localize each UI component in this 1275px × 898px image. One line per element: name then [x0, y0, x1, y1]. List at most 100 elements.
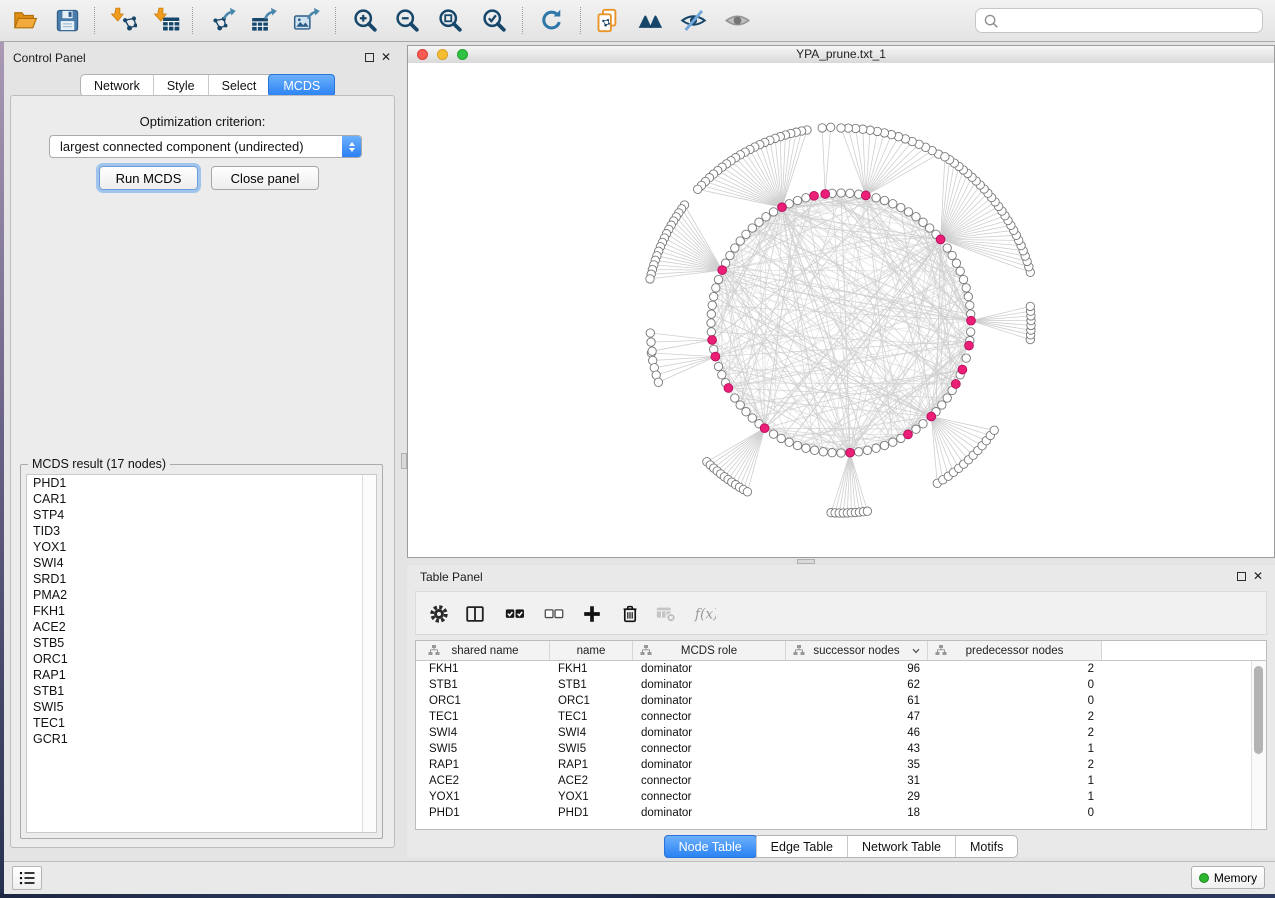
graph-node[interactable] [837, 449, 845, 457]
graph-leaf-node[interactable] [654, 378, 662, 386]
graph-node[interactable] [714, 362, 722, 370]
graph-node[interactable] [943, 394, 951, 402]
graph-node[interactable] [755, 218, 763, 226]
graph-leaf-node[interactable] [647, 338, 655, 346]
graph-node[interactable] [962, 284, 970, 292]
graph-leaf-node[interactable] [863, 507, 871, 515]
graph-node[interactable] [708, 301, 716, 309]
graph-leaf-node[interactable] [648, 347, 656, 355]
graph-node[interactable] [718, 371, 726, 379]
graph-node[interactable] [712, 284, 720, 292]
graph-leaf-node[interactable] [743, 488, 751, 496]
table-row[interactable]: SWI5SWI5connector431 [416, 741, 1252, 757]
tab-select[interactable]: Select [208, 75, 270, 96]
graph-node[interactable] [956, 267, 964, 275]
graph-node[interactable] [810, 446, 818, 454]
graph-node[interactable] [967, 328, 975, 336]
column-header-shared-name[interactable]: shared name [421, 641, 550, 660]
graph-node[interactable] [872, 194, 880, 202]
mcds-result-item[interactable]: STB1 [27, 683, 376, 699]
network-graph-canvas[interactable] [408, 63, 1274, 557]
open-session-button[interactable] [8, 4, 42, 37]
graph-node-highlighted[interactable] [760, 424, 769, 433]
graph-leaf-node[interactable] [646, 329, 654, 337]
table-row[interactable]: RAP1RAP1dominator352 [416, 757, 1252, 773]
zoom-out-button[interactable] [390, 4, 424, 37]
graph-node[interactable] [926, 224, 934, 232]
tab-node-table[interactable]: Node Table [664, 835, 757, 858]
graph-node[interactable] [710, 292, 718, 300]
hide-selected-button[interactable] [676, 4, 710, 37]
graph-node-highlighted[interactable] [951, 380, 960, 389]
graph-node[interactable] [966, 301, 974, 309]
graph-node[interactable] [736, 237, 744, 245]
column-header-successor-nodes[interactable]: successor nodes [786, 641, 928, 660]
show-all-columns-button[interactable] [500, 602, 530, 626]
graph-node[interactable] [707, 328, 715, 336]
export-table-button[interactable] [246, 4, 280, 37]
graph-node[interactable] [952, 259, 960, 267]
graph-leaf-node[interactable] [837, 124, 845, 132]
graph-node[interactable] [889, 438, 897, 446]
mcds-result-item[interactable]: STB5 [27, 635, 376, 651]
tab-network-table[interactable]: Network Table [847, 836, 955, 857]
column-header-predecessor-nodes[interactable]: predecessor nodes [928, 641, 1102, 660]
memory-button[interactable]: Memory [1191, 866, 1265, 889]
column-settings-button[interactable] [424, 602, 454, 626]
zoom-fit-button[interactable] [433, 4, 467, 37]
export-image-button[interactable] [289, 4, 323, 37]
graph-node[interactable] [793, 441, 801, 449]
graph-node[interactable] [785, 438, 793, 446]
graph-node[interactable] [731, 244, 739, 252]
graph-node[interactable] [938, 401, 946, 409]
toggle-panel-layout-button[interactable] [460, 602, 490, 626]
control-panel-close-button[interactable]: ✕ [381, 52, 391, 62]
graph-node[interactable] [748, 414, 756, 422]
tab-motifs[interactable]: Motifs [955, 836, 1017, 857]
graph-node-highlighted[interactable] [711, 352, 720, 361]
graph-node-highlighted[interactable] [927, 412, 936, 421]
graph-node[interactable] [959, 275, 967, 283]
graph-node[interactable] [736, 401, 744, 409]
table-panel-close-button[interactable]: ✕ [1253, 571, 1263, 581]
graph-leaf-node[interactable] [941, 153, 949, 161]
graph-node[interactable] [912, 213, 920, 221]
task-history-button[interactable] [12, 866, 42, 890]
search-box[interactable] [975, 8, 1263, 33]
graph-node[interactable] [707, 319, 715, 327]
graph-leaf-node[interactable] [1026, 302, 1034, 310]
graph-node-highlighted[interactable] [718, 266, 727, 275]
hide-all-columns-button[interactable] [539, 602, 569, 626]
mcds-result-list[interactable]: PHD1CAR1STP4TID3YOX1SWI4SRD1PMA2FKH1ACE2… [26, 474, 377, 833]
mcds-result-item[interactable]: CAR1 [27, 491, 376, 507]
table-row[interactable]: STB1STB1dominator620 [416, 677, 1252, 693]
table-row[interactable]: PHD1PHD1dominator180 [416, 805, 1252, 821]
export-network-button[interactable] [205, 4, 239, 37]
find-button[interactable] [633, 4, 667, 37]
column-header-name[interactable]: name [550, 641, 633, 660]
graph-node-highlighted[interactable] [967, 316, 976, 325]
graph-node[interactable] [802, 194, 810, 202]
graph-leaf-node[interactable] [694, 185, 702, 193]
table-row[interactable]: SWI4SWI4dominator462 [416, 725, 1252, 741]
graph-node-highlighted[interactable] [965, 341, 974, 350]
mcds-result-item[interactable]: PHD1 [27, 475, 376, 491]
graph-node-highlighted[interactable] [810, 191, 819, 200]
column-header-MCDS-role[interactable]: MCDS role [633, 641, 786, 660]
graph-node-highlighted[interactable] [861, 191, 870, 200]
graph-node[interactable] [855, 448, 863, 456]
import-network-button[interactable] [106, 4, 140, 37]
graph-node[interactable] [742, 230, 750, 238]
horizontal-splitter[interactable] [407, 558, 1275, 565]
mcds-result-item[interactable]: FKH1 [27, 603, 376, 619]
graph-node[interactable] [889, 200, 897, 208]
mcds-result-item[interactable]: ACE2 [27, 619, 376, 635]
save-session-button[interactable] [50, 4, 84, 37]
graph-node[interactable] [943, 244, 951, 252]
delete-columns-button[interactable] [615, 602, 645, 626]
mcds-result-item[interactable]: TEC1 [27, 715, 376, 731]
graph-leaf-node[interactable] [990, 426, 998, 434]
graph-node[interactable] [742, 408, 750, 416]
graph-node[interactable] [731, 394, 739, 402]
new-network-from-selection-button[interactable] [590, 4, 624, 37]
